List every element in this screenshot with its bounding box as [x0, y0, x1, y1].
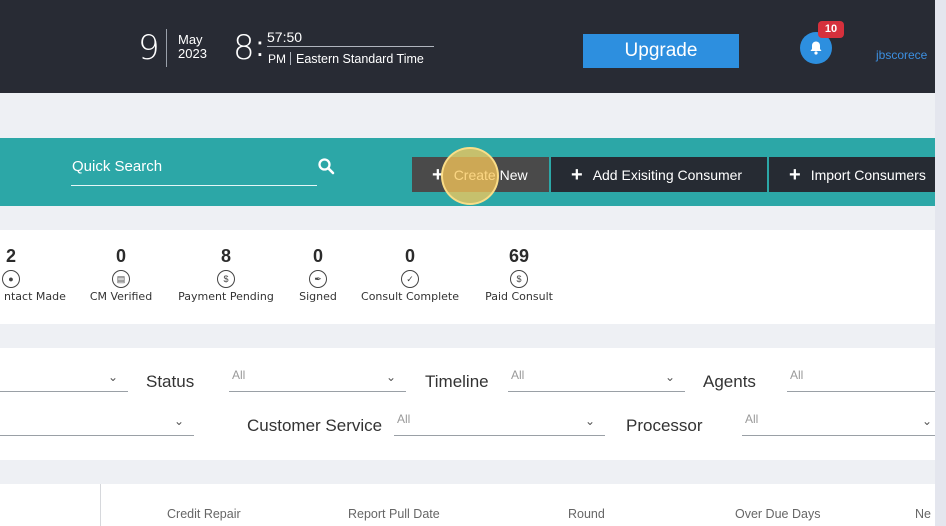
column-divider [100, 484, 101, 526]
timeline-select[interactable]: All ⌄ [508, 368, 685, 392]
stat-count: 8 [220, 246, 231, 266]
date-divider [166, 29, 167, 67]
app-frame: 9 May 2023 8 : 57:50 PM Eastern Standard… [0, 0, 935, 526]
bell-icon [810, 41, 822, 55]
time-hour: 8 [233, 28, 255, 68]
customer-service-select[interactable]: All ⌄ [394, 412, 605, 436]
create-new-label: Create New [453, 166, 528, 183]
stat-count: 0 [404, 246, 415, 266]
customer-service-value: All [397, 412, 411, 426]
stat-cm-verified[interactable]: 0 ▤ CM Verified [88, 246, 154, 303]
stat-count: 0 [115, 246, 126, 266]
chevron-down-icon: ⌄ [921, 414, 932, 428]
processor-label: Processor [626, 416, 703, 435]
stat-count: 0 [312, 246, 323, 266]
time-colon: : [256, 31, 264, 62]
column-header-report-pull-date[interactable]: Report Pull Date [348, 507, 440, 521]
timezone: Eastern Standard Time [296, 52, 424, 66]
agents-label: Agents [703, 372, 756, 391]
time-minutes-seconds: 57:50 [267, 29, 434, 47]
second-filter-select[interactable]: ⌄ [0, 412, 194, 436]
date-month: May [178, 32, 203, 47]
stat-paid-consult[interactable]: 69 $ Paid Consult [480, 246, 558, 303]
add-existing-consumer-button[interactable]: + Add Exisiting Consumer [551, 157, 767, 192]
user-menu[interactable]: jbscorece [876, 48, 927, 62]
column-header-credit-repair[interactable]: Credit Repair [167, 507, 241, 521]
paid-icon: $ [510, 270, 528, 288]
chevron-down-icon: ⌄ [385, 370, 396, 384]
stat-signed[interactable]: 0 ✒ Signed [294, 246, 342, 303]
check-icon: ✓ [401, 270, 419, 288]
column-header-next[interactable]: Ne [915, 507, 931, 521]
notification-badge: 10 [818, 21, 844, 38]
first-filter-select[interactable]: ⌄ [0, 368, 128, 392]
column-header-over-due-days[interactable]: Over Due Days [735, 507, 820, 521]
timeline-value: All [511, 368, 525, 382]
add-existing-consumer-label: Add Exisiting Consumer [592, 166, 743, 183]
signature-icon: ✒ [309, 270, 327, 288]
stat-contact-made[interactable]: 2 ● ntact Made [0, 246, 66, 303]
chevron-down-icon: ⌄ [107, 370, 118, 384]
processor-value: All [745, 412, 759, 426]
plus-icon: + [789, 163, 801, 186]
chevron-down-icon: ⌄ [664, 370, 675, 384]
card-icon: ▤ [112, 270, 130, 288]
agents-value: All [790, 368, 804, 382]
create-new-button[interactable]: + Create New [412, 157, 549, 192]
import-consumers-label: Import Consumers [810, 166, 926, 183]
dollar-icon: $ [217, 270, 235, 288]
chat-icon: ● [2, 270, 20, 288]
plus-icon: + [432, 163, 444, 186]
stat-label: Signed [299, 290, 337, 303]
stat-label: CM Verified [89, 290, 153, 303]
stat-consult-complete[interactable]: 0 ✓ Consult Complete [357, 246, 463, 303]
agents-select[interactable]: All [787, 368, 935, 392]
action-toolbar: Quick Search + Create New + Add Exisitin… [0, 138, 935, 206]
chevron-down-icon: ⌄ [173, 414, 184, 428]
date-day: 9 [138, 28, 160, 68]
quick-search-input[interactable]: Quick Search [72, 158, 162, 175]
processor-select[interactable]: All ⌄ [742, 412, 935, 436]
timeline-label: Timeline [425, 372, 489, 391]
stat-label: Paid Consult [485, 290, 553, 303]
plus-icon: + [571, 163, 583, 186]
stat-payment-pending[interactable]: 8 $ Payment Pending [174, 246, 278, 303]
stat-count: 2 [6, 246, 17, 266]
customer-service-label: Customer Service [247, 416, 383, 435]
status-value: All [232, 368, 246, 382]
chevron-down-icon: ⌄ [584, 414, 595, 428]
timezone-divider [290, 52, 291, 65]
date-year: 2023 [178, 46, 207, 61]
status-summary: 2 ● ntact Made 0 ▤ CM Verified 8 $ Payme… [0, 230, 935, 324]
consumer-table: Credit Repair Report Pull Date Round Ove… [0, 484, 935, 526]
import-consumers-button[interactable]: + Import Consumers [769, 157, 935, 192]
filter-panel: ⌄ Status All ⌄ Timeline All ⌄ Agents All… [0, 348, 935, 460]
top-header: 9 May 2023 8 : 57:50 PM Eastern Standard… [0, 0, 935, 93]
status-select[interactable]: All ⌄ [229, 368, 406, 392]
status-label: Status [146, 372, 195, 391]
time-ampm: PM [268, 52, 286, 66]
stat-label: Consult Complete [361, 290, 459, 303]
upgrade-button[interactable]: Upgrade [583, 34, 739, 68]
column-header-round[interactable]: Round [568, 507, 605, 521]
search-icon[interactable] [317, 157, 335, 180]
stat-label: Payment Pending [178, 290, 274, 303]
stat-count: 69 [508, 246, 530, 266]
search-underline [71, 185, 317, 186]
stat-label: ntact Made [4, 290, 66, 303]
